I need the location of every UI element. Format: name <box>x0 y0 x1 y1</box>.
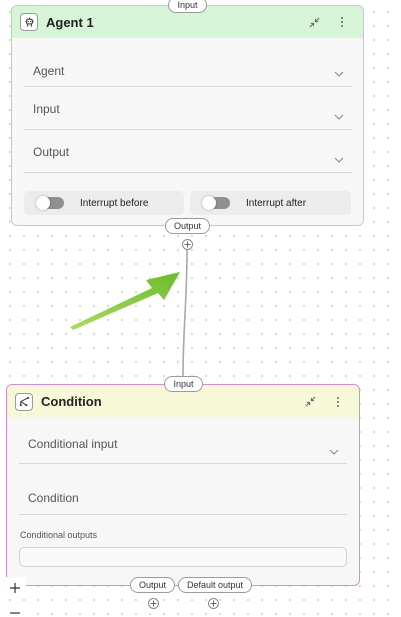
branch-icon <box>15 392 33 411</box>
agent-output-handle[interactable]: Output <box>165 218 210 234</box>
chevron-down-icon <box>329 449 339 455</box>
more-options-icon[interactable] <box>335 15 349 29</box>
chevron-down-icon <box>334 157 344 163</box>
interrupt-after-switch[interactable] <box>202 196 230 210</box>
output-select[interactable]: Output <box>24 138 352 173</box>
conditional-input-select[interactable]: Conditional input <box>19 431 347 464</box>
condition-output-plus-icon[interactable] <box>148 598 159 609</box>
collapse-icon[interactable] <box>303 395 317 409</box>
agent-output-plus-icon[interactable] <box>182 239 193 250</box>
plus-icon <box>10 583 20 593</box>
chevron-down-icon <box>334 71 344 77</box>
condition-default-output-plus-icon[interactable] <box>208 598 219 609</box>
agent-select[interactable]: Agent <box>24 56 352 87</box>
agent-node[interactable]: Agent 1 Agent Input Output Interrupt bef… <box>11 5 364 226</box>
collapse-icon[interactable] <box>307 15 321 29</box>
condition-node[interactable]: Condition Conditional input Condition Co… <box>6 384 360 586</box>
robot-icon <box>20 13 38 31</box>
input-select-label: Input <box>33 102 60 116</box>
condition-node-title: Condition <box>41 394 102 409</box>
minus-icon <box>10 612 20 614</box>
input-select[interactable]: Input <box>24 95 352 130</box>
chevron-down-icon <box>334 114 344 120</box>
conditional-outputs-field[interactable] <box>19 547 347 567</box>
condition-field-label: Condition <box>28 490 79 505</box>
interrupt-before-label: Interrupt before <box>80 197 149 209</box>
interrupt-before-switch[interactable] <box>36 196 64 210</box>
condition-field[interactable]: Condition <box>19 481 347 515</box>
zoom-out-button[interactable] <box>4 601 26 617</box>
agent-node-title: Agent 1 <box>46 14 94 30</box>
more-options-icon[interactable] <box>331 395 345 409</box>
zoom-in-button[interactable] <box>4 577 26 599</box>
interrupt-after-toggle[interactable]: Interrupt after <box>190 191 351 215</box>
interrupt-before-toggle[interactable]: Interrupt before <box>24 191 184 215</box>
condition-output-handle[interactable]: Output <box>130 577 175 593</box>
conditional-input-label: Conditional input <box>28 437 118 451</box>
condition-input-handle[interactable]: Input <box>164 376 203 392</box>
condition-default-output-handle[interactable]: Default output <box>178 577 252 593</box>
conditional-outputs-label: Conditional outputs <box>20 530 98 540</box>
interrupt-after-label: Interrupt after <box>246 197 307 209</box>
output-select-label: Output <box>33 145 70 159</box>
agent-input-handle[interactable]: Input <box>168 0 207 13</box>
agent-select-label: Agent <box>33 64 65 78</box>
